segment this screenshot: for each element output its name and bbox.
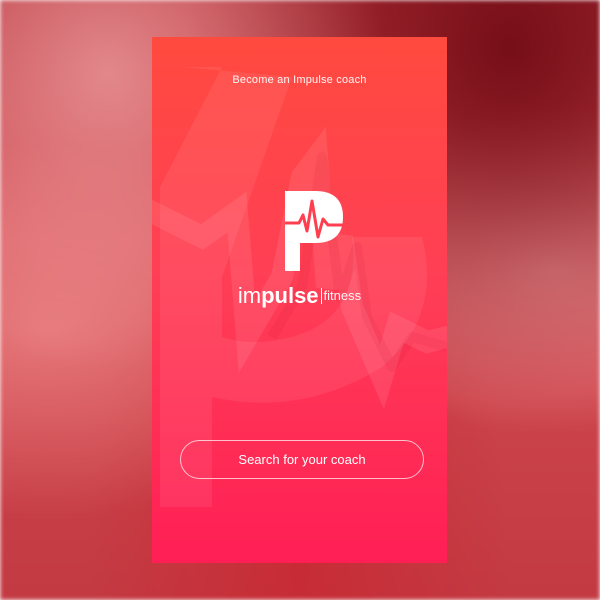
become-coach-link[interactable]: Become an Impulse coach	[152, 74, 447, 86]
impulse-logo-icon	[285, 191, 345, 271]
search-coach-button[interactable]: Search for your coach	[180, 440, 424, 479]
wordmark-pulse: pulse	[261, 283, 319, 308]
impulse-wordmark: impulse fitness	[152, 284, 447, 308]
wordmark-fitness: fitness	[323, 288, 362, 303]
phone-screen: Become an Impulse coach impulse fitness S…	[152, 37, 447, 563]
wordmark-im: im	[237, 283, 262, 308]
wordmark-divider	[320, 288, 322, 304]
